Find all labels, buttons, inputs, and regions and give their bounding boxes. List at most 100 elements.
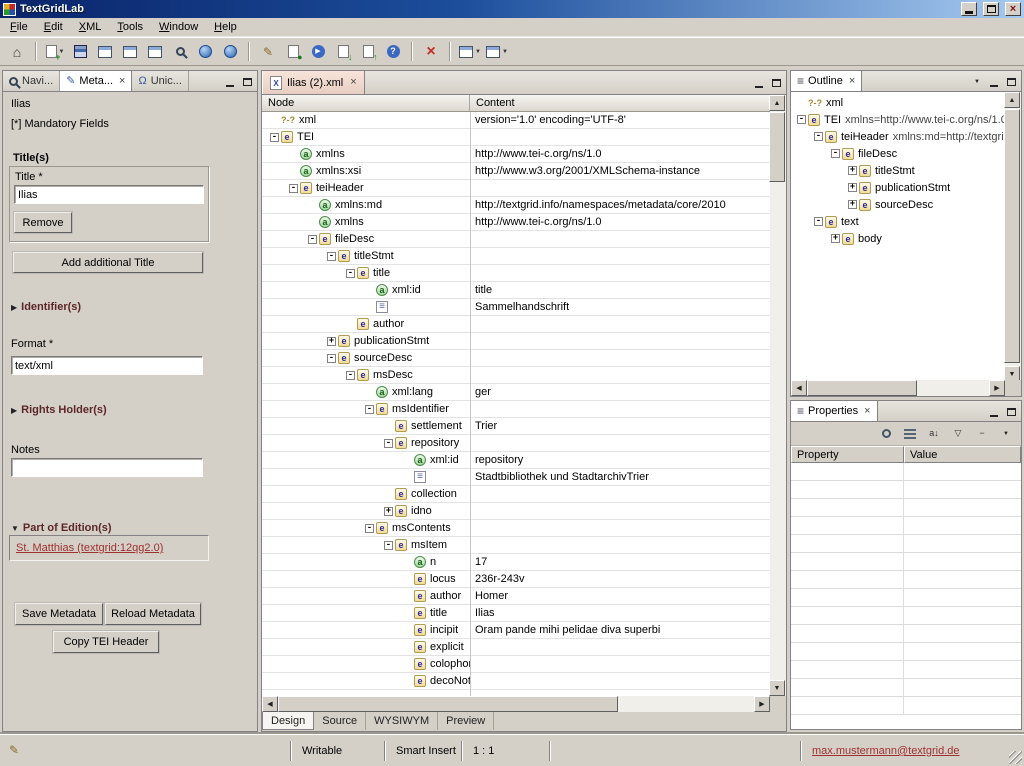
- window-resize-grip[interactable]: [1009, 751, 1022, 764]
- collapse-icon[interactable]: -: [384, 541, 393, 550]
- xml-tree-row[interactable]: axml:langger: [262, 384, 770, 401]
- collapse-icon[interactable]: -: [384, 439, 393, 448]
- collapse-icon[interactable]: -: [346, 371, 355, 380]
- property-row[interactable]: [791, 463, 1021, 481]
- property-row[interactable]: [791, 571, 1021, 589]
- menu-window[interactable]: Window: [151, 19, 206, 36]
- expand-icon[interactable]: +: [327, 337, 336, 346]
- property-row[interactable]: [791, 661, 1021, 679]
- scroll-left-icon[interactable]: ◀: [791, 380, 807, 396]
- search-button[interactable]: ●: [282, 41, 304, 63]
- collapse-icon[interactable]: -: [365, 405, 374, 414]
- menu-help[interactable]: Help: [206, 19, 245, 36]
- outline-horizontal-scrollbar[interactable]: ◀ ▶: [791, 380, 1005, 396]
- open-repository-button[interactable]: [194, 41, 216, 63]
- expand-icon[interactable]: +: [831, 234, 840, 243]
- tab-unicode[interactable]: ΩUnic...: [132, 71, 188, 91]
- vertical-scrollbar[interactable]: ▲ ▼: [770, 95, 786, 696]
- xml-tree-row[interactable]: ≡Stadtbibliothek und StadtarchivTrier: [262, 469, 770, 486]
- collapse-icon[interactable]: -: [831, 149, 840, 158]
- value-column-header[interactable]: Value: [904, 446, 1021, 463]
- home-button[interactable]: ⌂: [6, 41, 28, 63]
- xml-tree-row[interactable]: axmlnshttp://www.tei-c.org/ns/1.0: [262, 214, 770, 231]
- horizontal-scroll-thumb[interactable]: [278, 696, 618, 712]
- outline-tree-row[interactable]: +ebody: [791, 230, 1005, 247]
- xml-tree-row[interactable]: ≡Sammelhandschrift: [262, 299, 770, 316]
- editor-tab[interactable]: X Ilias (2).xml ×: [262, 71, 365, 94]
- mode-tab-preview[interactable]: Preview: [438, 712, 494, 730]
- close-outline-tab-icon[interactable]: ×: [849, 76, 855, 87]
- mode-tab-wysiwym[interactable]: WYSIWYM: [366, 712, 438, 730]
- xml-tree-row[interactable]: axml:idrepository: [262, 452, 770, 469]
- xml-tree-row[interactable]: -eteiHeader: [262, 180, 770, 197]
- xml-tree-row[interactable]: +eidno: [262, 503, 770, 520]
- xml-tree-row[interactable]: axmlnshttp://www.tei-c.org/ns/1.0: [262, 146, 770, 163]
- scroll-down-icon[interactable]: ▼: [769, 680, 785, 696]
- xml-tree-row[interactable]: -eTEI: [262, 129, 770, 146]
- link-objects-button[interactable]: [219, 41, 241, 63]
- minimize-editor-button[interactable]: [751, 76, 767, 91]
- maximize-view-button[interactable]: [1003, 74, 1019, 89]
- navigation-button[interactable]: ▶: [307, 41, 329, 63]
- xml-tree-row[interactable]: eauthorHomer: [262, 588, 770, 605]
- column-divider[interactable]: [470, 112, 471, 696]
- xml-tree-row[interactable]: elocus236r-243v: [262, 571, 770, 588]
- scroll-up-icon[interactable]: ▲: [1004, 92, 1020, 108]
- xml-tree-row[interactable]: -erepository: [262, 435, 770, 452]
- window-minimize-button[interactable]: [961, 2, 977, 16]
- outline-tree-row[interactable]: ?-?xml: [791, 94, 1005, 111]
- show-categories-button[interactable]: [901, 425, 919, 443]
- view-menu-button[interactable]: ▼: [969, 74, 985, 89]
- property-row[interactable]: [791, 697, 1021, 715]
- menu-xml[interactable]: XML: [71, 19, 110, 36]
- vertical-scroll-thumb[interactable]: [769, 112, 785, 182]
- title-input[interactable]: [14, 185, 204, 204]
- pin-editor-button[interactable]: [877, 425, 895, 443]
- outline-tree-row[interactable]: -eteiHeaderxmlns:md=http://textgrid.info…: [791, 128, 1005, 145]
- horizontal-scroll-thumb[interactable]: [807, 380, 917, 396]
- xml-tree-row[interactable]: eauthor: [262, 316, 770, 333]
- collapse-icon[interactable]: -: [365, 524, 374, 533]
- horizontal-scrollbar[interactable]: ◀ ▶: [262, 696, 770, 712]
- property-row[interactable]: [791, 481, 1021, 499]
- add-title-button[interactable]: Add additional Title: [13, 252, 203, 273]
- collapse-all-button[interactable]: −: [973, 425, 991, 443]
- property-column-header[interactable]: Property: [791, 446, 904, 463]
- xml-tree-row[interactable]: -etitle: [262, 265, 770, 282]
- new-wizard-button[interactable]: +▼: [44, 41, 66, 63]
- window-close-button[interactable]: ×: [1005, 2, 1021, 16]
- collapse-icon[interactable]: -: [814, 217, 823, 226]
- reload-metadata-button[interactable]: Reload Metadata: [105, 603, 201, 625]
- collapse-icon[interactable]: -: [270, 133, 279, 142]
- xml-tree-row[interactable]: ecolophon: [262, 656, 770, 673]
- edition-link[interactable]: St. Matthias (textgrid:12qg2.0): [16, 542, 163, 554]
- xml-tree-row[interactable]: -etitleStmt: [262, 248, 770, 265]
- property-row[interactable]: [791, 553, 1021, 571]
- expand-icon[interactable]: +: [848, 200, 857, 209]
- collapse-icon[interactable]: -: [327, 252, 336, 261]
- property-row[interactable]: [791, 535, 1021, 553]
- notes-input[interactable]: [11, 458, 203, 477]
- save-metadata-button[interactable]: Save Metadata: [15, 603, 103, 625]
- xml-tree-row[interactable]: etitleIlias: [262, 605, 770, 622]
- more-actions-button[interactable]: ▼: [485, 41, 509, 63]
- format-input[interactable]: [11, 356, 203, 375]
- collapse-icon[interactable]: -: [308, 235, 317, 244]
- property-row[interactable]: [791, 643, 1021, 661]
- xml-tree-row[interactable]: axmlns:mdhttp://textgrid.info/namespaces…: [262, 197, 770, 214]
- xml-tree-row[interactable]: -emsDesc: [262, 367, 770, 384]
- edit-object-button[interactable]: ✎: [257, 41, 279, 63]
- menu-tools[interactable]: Tools: [109, 19, 151, 36]
- xml-tree-row[interactable]: axml:idtitle: [262, 282, 770, 299]
- xml-tree-row[interactable]: eexplicit: [262, 639, 770, 656]
- close-properties-tab-icon[interactable]: ×: [864, 406, 870, 417]
- outline-tree-row[interactable]: +epublicationStmt: [791, 179, 1005, 196]
- vertical-scroll-thumb[interactable]: [1004, 109, 1020, 363]
- xml-tree-row[interactable]: -emsIdentifier: [262, 401, 770, 418]
- zoom-button[interactable]: [169, 41, 191, 63]
- xml-tree-row[interactable]: +epublicationStmt: [262, 333, 770, 350]
- tab-outline[interactable]: ≡ Outline ×: [791, 71, 862, 91]
- xml-tree-row[interactable]: eincipitOram pande mihi pelidae diva sup…: [262, 622, 770, 639]
- xml-tree-row[interactable]: -esourceDesc: [262, 350, 770, 367]
- expand-icon[interactable]: +: [848, 166, 857, 175]
